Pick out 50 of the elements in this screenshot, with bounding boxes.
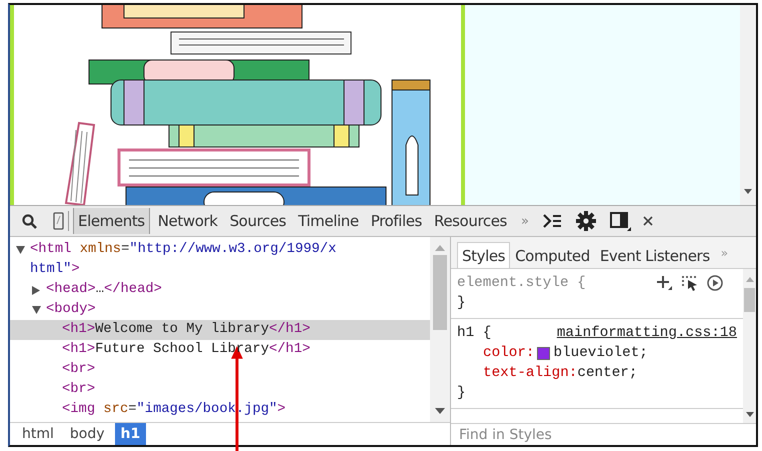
dom-node-row[interactable]: <h1>Welcome to My library</h1> bbox=[10, 320, 430, 340]
color-swatch[interactable] bbox=[537, 346, 550, 360]
dom-node-text: <br> bbox=[62, 381, 96, 399]
css-selector: h1 { bbox=[457, 324, 492, 343]
dock-icon[interactable] bbox=[610, 212, 631, 230]
dom-node-text: <body> bbox=[46, 301, 96, 319]
panel-tab[interactable]: Elements bbox=[73, 208, 150, 234]
mobile-device-icon[interactable] bbox=[53, 212, 64, 230]
panel-tab[interactable]: Timeline bbox=[294, 208, 363, 234]
stylesheet-link[interactable]: mainformatting.css:18 bbox=[556, 323, 737, 343]
dom-node-text: <html xmlns="http://www.w3.org/1999/xhtml"> bbox=[30, 241, 338, 279]
filter-field[interactable]: Find in Styles bbox=[451, 423, 756, 445]
console-drawer-icon[interactable] bbox=[542, 213, 562, 229]
css-brace: } bbox=[457, 384, 467, 403]
panel-tab[interactable]: Sources bbox=[226, 208, 290, 234]
panel-tab[interactable]: Profiles bbox=[366, 208, 426, 234]
add-rule-icon[interactable] bbox=[657, 276, 672, 290]
settings-icon[interactable] bbox=[576, 211, 596, 231]
expanded-arrow-icon[interactable] bbox=[16, 246, 24, 255]
collapsed-arrow-icon[interactable] bbox=[32, 286, 40, 295]
scroll-down-icon[interactable] bbox=[743, 188, 753, 195]
dom-node-row[interactable]: <br> bbox=[10, 380, 430, 400]
search-icon[interactable] bbox=[22, 214, 37, 228]
panel-tab[interactable]: Network bbox=[154, 208, 222, 234]
scroll-down-icon[interactable] bbox=[435, 408, 445, 414]
styles-tab[interactable]: Computed bbox=[510, 242, 595, 268]
breadcrumb-item[interactable]: body bbox=[64, 423, 111, 445]
cursor-icon[interactable] bbox=[682, 276, 697, 290]
breadcrumb-item[interactable]: h1 bbox=[114, 423, 146, 445]
dom-node-row[interactable]: <br> bbox=[10, 360, 430, 380]
css-declaration: text-align:center; bbox=[482, 364, 638, 383]
dom-node-row[interactable]: <html xmlns="http://www.w3.org/1999/xhtml"> bbox=[10, 240, 430, 280]
dom-node-text: <h1>Welcome to My library</h1> bbox=[62, 321, 310, 339]
styles-tab[interactable]: Event Listeners bbox=[594, 242, 715, 268]
expanded-arrow-icon[interactable] bbox=[32, 306, 40, 315]
breadcrumb-item[interactable]: html bbox=[16, 423, 60, 445]
dom-node-text: <br> bbox=[62, 361, 96, 379]
panel-tab[interactable]: Resources bbox=[430, 208, 511, 234]
dom-node-row[interactable]: <head>…</head> bbox=[10, 280, 430, 300]
close-icon[interactable] bbox=[642, 216, 653, 226]
css-declaration: color: blueviolet; bbox=[482, 344, 649, 363]
dom-node-text: <head>…</head> bbox=[46, 281, 162, 299]
css-brace: } bbox=[457, 294, 467, 313]
scrollbar-thumb[interactable] bbox=[433, 255, 447, 330]
dom-node-row[interactable]: <body> bbox=[10, 300, 430, 320]
scroll-down-icon[interactable] bbox=[746, 412, 754, 417]
css-selector: element.style { bbox=[457, 274, 586, 293]
scrollbar-thumb[interactable] bbox=[744, 288, 755, 312]
play-icon[interactable] bbox=[707, 275, 723, 291]
styles-tab[interactable]: Styles bbox=[457, 242, 510, 268]
